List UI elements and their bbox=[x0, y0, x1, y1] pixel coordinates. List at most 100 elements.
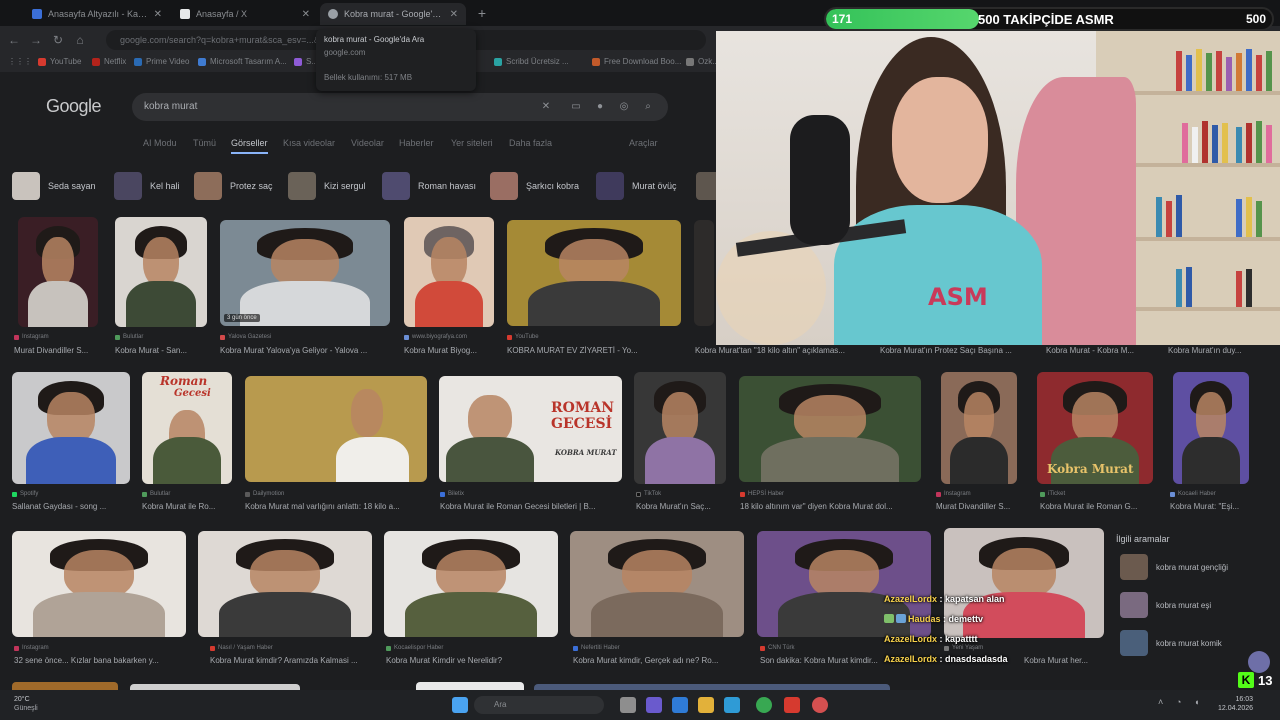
tab-1[interactable]: Anasayfa Altyazılı - Kafası Güzel ✕ bbox=[24, 3, 170, 25]
bookmark-netflix[interactable]: Netflix bbox=[92, 57, 126, 66]
result-image[interactable]: ROMAN GECESİ KOBRA MURAT bbox=[439, 376, 622, 482]
filter-news[interactable]: Haberler bbox=[399, 138, 434, 148]
app-icon[interactable] bbox=[784, 697, 800, 713]
result-image[interactable] bbox=[12, 682, 118, 690]
filter-all[interactable]: Tümü bbox=[193, 138, 216, 148]
result-caption[interactable]: Kobra Murat'ın duy... bbox=[1168, 346, 1258, 355]
result-image[interactable] bbox=[416, 682, 524, 690]
camera-lens-icon[interactable]: ◎ bbox=[618, 101, 630, 113]
store-icon[interactable] bbox=[724, 697, 740, 713]
floating-action-icon[interactable] bbox=[1248, 651, 1270, 673]
result-image[interactable] bbox=[739, 376, 921, 482]
result-image[interactable] bbox=[404, 217, 494, 327]
result-caption[interactable]: Kobra Murat Kimdir ve Nerelidir? bbox=[386, 656, 560, 665]
result-caption[interactable]: Kobra Murat mal varlığını anlattı: 18 ki… bbox=[245, 502, 427, 511]
tab-3-active[interactable]: Kobra murat - Google'da Ara ✕ bbox=[320, 3, 466, 25]
forward-arrow-icon[interactable]: → bbox=[28, 32, 44, 48]
result-image[interactable]: Kobra Murat bbox=[1037, 372, 1153, 484]
filter-more[interactable]: Daha fazla bbox=[509, 138, 552, 148]
result-caption[interactable]: Kobra Murat ile Roman G... bbox=[1040, 502, 1154, 511]
filter-videos[interactable]: Videolar bbox=[351, 138, 384, 148]
result-caption[interactable]: Kobra Murat Yalova'ya Geliyor - Yalova .… bbox=[220, 346, 390, 355]
result-image[interactable]: Roman Gecesi bbox=[142, 372, 232, 484]
apps-grid-icon[interactable]: ⋮⋮⋮ bbox=[8, 57, 32, 66]
filter-images[interactable]: Görseller bbox=[231, 138, 268, 154]
result-image[interactable] bbox=[507, 220, 681, 326]
chip[interactable]: Roman havası bbox=[382, 172, 476, 200]
result-caption[interactable]: Son dakika: Kobra Murat kimdir... bbox=[760, 656, 884, 665]
result-caption[interactable]: Murat Divandiller S... bbox=[936, 502, 1022, 511]
related-item[interactable]: kobra murat komik bbox=[1120, 630, 1222, 656]
google-logo[interactable]: Google bbox=[46, 96, 102, 117]
result-caption[interactable]: Kobra Murat kimdir? Aramızda Kalmasi ... bbox=[210, 656, 372, 665]
result-image[interactable]: 3 gün önce bbox=[220, 220, 390, 326]
result-image[interactable] bbox=[245, 376, 427, 482]
reload-icon[interactable]: ↻ bbox=[50, 32, 66, 48]
chip[interactable]: Murat övüç bbox=[596, 172, 677, 200]
search-input[interactable]: kobra murat ✕ ▭ ● ◎ ⌕ bbox=[132, 93, 668, 121]
close-tab-icon[interactable]: ✕ bbox=[154, 9, 162, 20]
bookmark-scribd[interactable]: Scribd Ücretsiz ... bbox=[494, 57, 569, 66]
result-caption[interactable]: Kobra Murat ile Ro... bbox=[142, 502, 234, 511]
result-image[interactable] bbox=[634, 372, 726, 484]
microphone-icon[interactable]: ● bbox=[594, 101, 606, 113]
bookmark-freedownload[interactable]: Free Download Boo... bbox=[592, 57, 681, 66]
home-icon[interactable]: ⌂ bbox=[72, 32, 88, 48]
bookmark-microsoft[interactable]: Microsoft Tasarım A... bbox=[198, 57, 287, 66]
bookmark-ozk[interactable]: Ozk... bbox=[686, 57, 719, 66]
result-caption[interactable]: Kobra Murat: "Eşi... bbox=[1170, 502, 1264, 511]
result-image[interactable] bbox=[570, 531, 744, 637]
result-caption[interactable]: Kobra Murat ile Roman Gecesi biletleri |… bbox=[440, 502, 622, 511]
system-clock[interactable]: 16:03 12.04.2026 bbox=[1218, 695, 1253, 713]
result-caption[interactable]: KOBRA MURAT EV ZİYARETİ - Yo... bbox=[507, 346, 681, 355]
tray-chevron-icon[interactable]: ˄ bbox=[1158, 697, 1163, 707]
back-arrow-icon[interactable]: ← bbox=[6, 32, 22, 48]
result-caption[interactable]: Sallanat Gaydası - song ... bbox=[12, 502, 132, 511]
weather-widget[interactable]: 20°C Güneşli bbox=[14, 695, 38, 713]
related-item[interactable]: kobra murat eşi bbox=[1120, 592, 1211, 618]
filter-short-videos[interactable]: Kısa videolar bbox=[283, 138, 335, 148]
result-image[interactable] bbox=[12, 372, 130, 484]
filter-ai-mode[interactable]: AI Modu bbox=[143, 138, 177, 148]
result-caption[interactable]: Kobra Murat kimdir, Gerçek adı ne? Ro... bbox=[573, 656, 745, 665]
tab-2[interactable]: Anasayfa / X ✕ bbox=[172, 3, 318, 25]
result-caption[interactable]: Kobra Murat her... bbox=[1024, 656, 1104, 665]
result-image[interactable] bbox=[694, 220, 714, 326]
app-icon[interactable] bbox=[646, 697, 662, 713]
bookmark-prime[interactable]: Prime Video bbox=[134, 57, 189, 66]
bookmark-youtube[interactable]: YouTube bbox=[38, 57, 81, 66]
related-item[interactable]: kobra murat gençliği bbox=[1120, 554, 1228, 580]
result-caption[interactable]: 32 sene önce... Kızlar bana bakarken y..… bbox=[14, 656, 188, 665]
edge-icon[interactable] bbox=[672, 697, 688, 713]
task-view-icon[interactable] bbox=[620, 697, 636, 713]
result-caption[interactable]: Kobra Murat'tan "18 kilo altın" açıklama… bbox=[695, 346, 865, 355]
close-tab-icon[interactable]: ✕ bbox=[302, 9, 310, 20]
filter-tools[interactable]: Araçlar bbox=[629, 138, 658, 148]
chip[interactable]: Seda sayan bbox=[12, 172, 96, 200]
result-caption[interactable]: 18 kilo altınım var" diyen Kobra Murat d… bbox=[740, 502, 920, 511]
result-image[interactable] bbox=[115, 217, 207, 327]
chip[interactable]: Kel hali bbox=[114, 172, 180, 200]
result-image[interactable] bbox=[198, 531, 372, 637]
result-image[interactable] bbox=[384, 531, 558, 637]
result-caption[interactable]: Kobra Murat Biyog... bbox=[404, 346, 496, 355]
wifi-icon[interactable]: ◔ bbox=[1176, 697, 1181, 707]
result-caption[interactable]: Kobra Murat - Kobra M... bbox=[1046, 346, 1156, 355]
chip[interactable]: Protez saç bbox=[194, 172, 273, 200]
volume-icon[interactable]: ◖ bbox=[1194, 697, 1199, 707]
chip[interactable]: Şarkıcı kobra bbox=[490, 172, 579, 200]
result-caption[interactable]: Murat Divandiller S... bbox=[14, 346, 100, 355]
result-image[interactable] bbox=[18, 217, 98, 327]
taskbar-search[interactable]: Ara bbox=[474, 696, 604, 714]
result-caption[interactable]: Kobra Murat'ın Saç... bbox=[636, 502, 728, 511]
chrome-icon[interactable] bbox=[756, 697, 772, 713]
close-tab-icon[interactable]: ✕ bbox=[450, 9, 458, 20]
chip[interactable]: Kizi sergul bbox=[288, 172, 366, 200]
keyboard-icon[interactable]: ▭ bbox=[570, 101, 582, 113]
result-caption[interactable]: Kobra Murat'ın Protez Saçı Başına ... bbox=[880, 346, 1030, 355]
result-image[interactable] bbox=[941, 372, 1017, 484]
clear-x-icon[interactable]: ✕ bbox=[540, 101, 552, 113]
app-icon[interactable] bbox=[812, 697, 828, 713]
bookmark-s[interactable]: S... bbox=[294, 57, 318, 66]
windows-start-icon[interactable] bbox=[452, 697, 468, 713]
